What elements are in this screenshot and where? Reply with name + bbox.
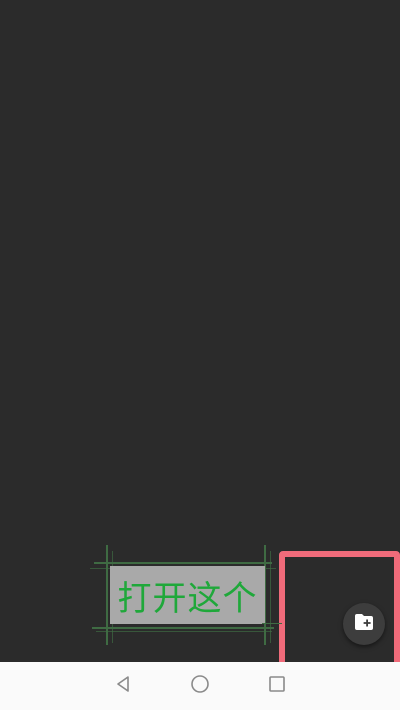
guide-line	[92, 627, 274, 629]
create-folder-button[interactable]	[343, 603, 385, 645]
highlight-box	[279, 551, 400, 668]
home-circle-icon	[190, 674, 210, 698]
annotation-callout: 打开这个	[90, 545, 280, 645]
guide-line	[270, 551, 271, 643]
guide-line	[94, 562, 272, 564]
nav-recents-button[interactable]	[259, 668, 295, 704]
annotation-label: 打开这个	[117, 578, 258, 619]
annotation-connector	[262, 623, 282, 624]
create-folder-icon	[354, 613, 374, 635]
nav-home-button[interactable]	[182, 668, 218, 704]
recents-square-icon	[267, 674, 287, 698]
system-navigation-bar	[0, 662, 400, 710]
nav-back-button[interactable]	[105, 668, 141, 704]
guide-line	[106, 545, 108, 645]
back-triangle-icon	[113, 674, 133, 698]
guide-line	[96, 631, 272, 632]
annotation-label-box: 打开这个	[110, 566, 265, 624]
app-screen: 打开这个	[0, 0, 400, 710]
